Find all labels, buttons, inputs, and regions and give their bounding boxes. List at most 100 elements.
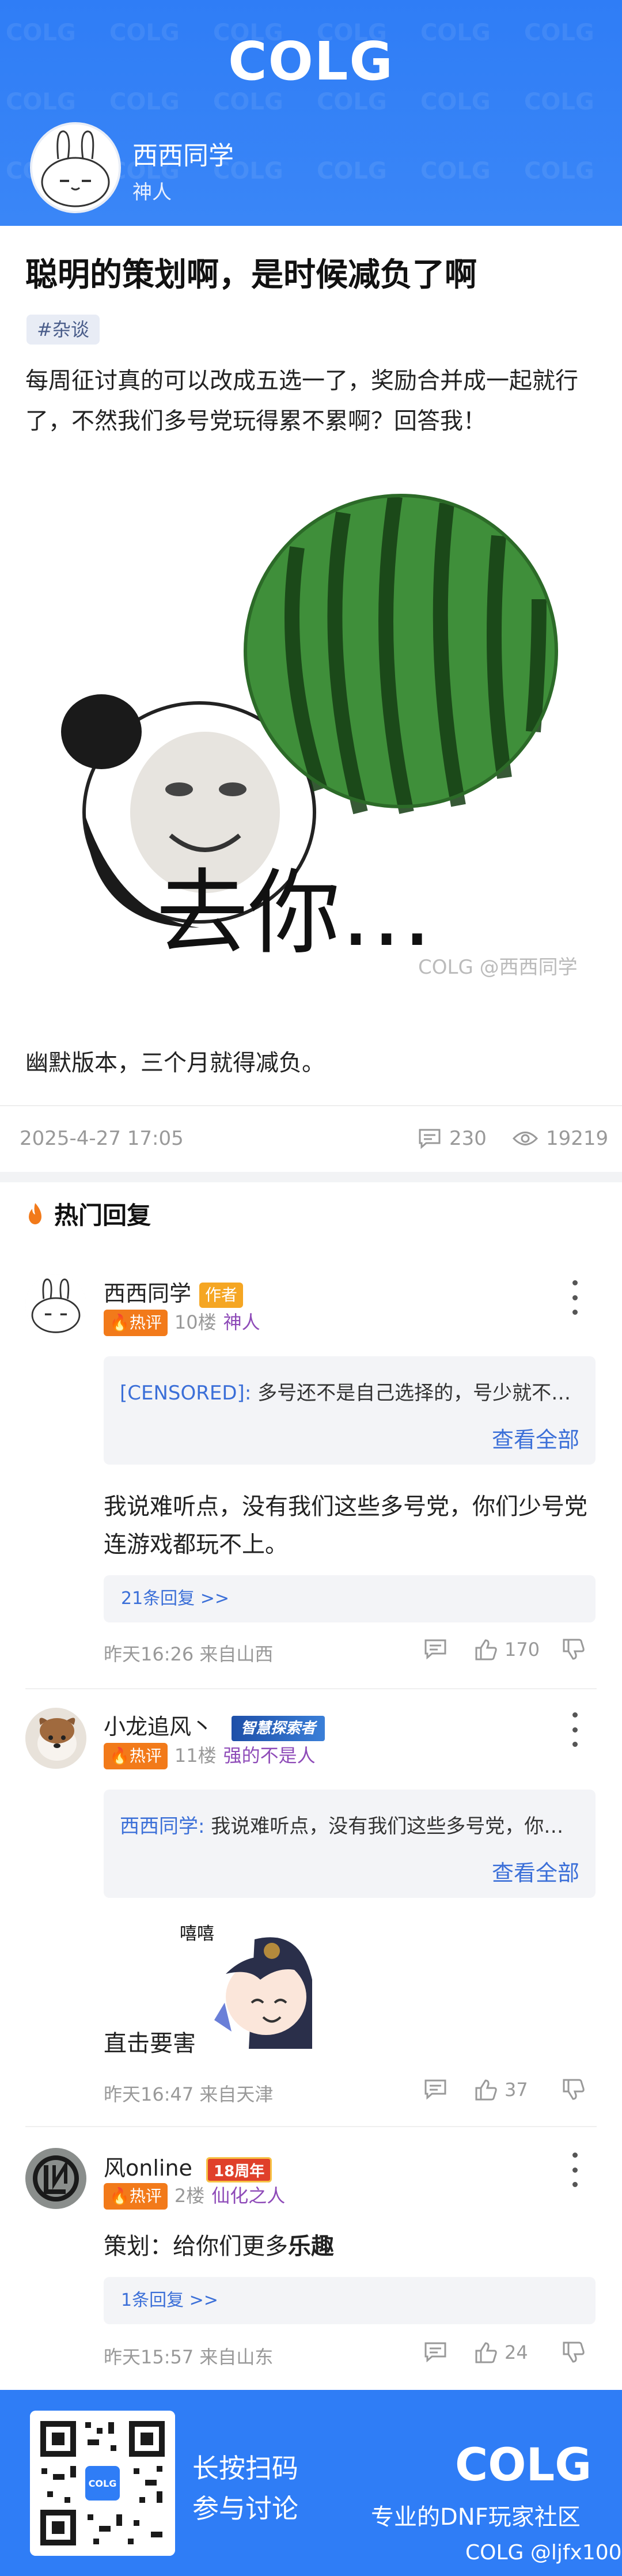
quote-box[interactable]: 西西同学: 我说难听点，没有我们这些多号党，你们… 查看全部 <box>104 1790 596 1898</box>
footer-banner: COLG 长按扫码 参与讨论 COLG 专业的DNF玩家社区 COLG @ljf… <box>0 2390 622 2576</box>
reply-text: 直击要害 <box>104 2030 196 2057</box>
view-count: 19219 <box>513 1127 608 1150</box>
reply-text: 策划：给你们更多乐趣 <box>104 2227 599 2265</box>
post-closing: 幽默版本，三个月就得减负。 <box>25 1050 325 1076</box>
author-name[interactable]: 西西同学 <box>132 135 234 172</box>
reply-comment-button[interactable] <box>424 2342 447 2362</box>
reply-divider <box>25 2126 597 2127</box>
footer-slogan: 专业的DNF玩家社区 <box>371 2504 581 2530</box>
dislike-button[interactable] <box>562 1639 585 1660</box>
reply-username[interactable]: 西西同学 作者 <box>104 1276 244 1308</box>
anniversary-badge: 18周年 <box>206 2157 272 2182</box>
comment-count-value: 230 <box>449 1127 487 1150</box>
quote-content: 多号还不是自己选择的，号少就不累。 <box>257 1382 581 1405</box>
quote-box[interactable]: [CENSORED]: 多号还不是自己选择的，号少就不累。 查看全部 <box>104 1356 596 1465</box>
author-title: 神人 <box>132 181 172 204</box>
reply-username[interactable]: 风online 18周年 <box>104 2150 272 2182</box>
view-count-value: 19219 <box>546 1127 609 1150</box>
reply-time-place: 昨天15:57 来自山东 <box>104 2346 274 2368</box>
dislike-button[interactable] <box>562 2342 585 2363</box>
colg-logo[interactable]: COLG <box>225 31 397 92</box>
quote-content: 我说难听点，没有我们这些多号党，你们… <box>211 1815 581 1838</box>
like-count: 170 <box>505 1639 540 1660</box>
sub-replies-link[interactable]: 1条回复 >> <box>104 2277 596 2324</box>
author-badge: 作者 <box>199 1282 244 1308</box>
thumbs-up-icon <box>475 2079 497 2101</box>
sub-replies-link[interactable]: 21条回复 >> <box>104 1575 596 1622</box>
comment-icon <box>424 2342 446 2362</box>
linkin-park-avatar-icon <box>25 2148 86 2209</box>
view-all-link[interactable]: 查看全部 <box>492 1422 579 1454</box>
reply-floor: 2楼 <box>174 2185 205 2207</box>
dislike-button[interactable] <box>562 2079 585 2101</box>
reply-avatar[interactable] <box>25 1708 86 1769</box>
reply-time-place: 昨天16:47 来自天津 <box>104 2083 274 2105</box>
post-tag[interactable]: #杂谈 <box>26 315 100 345</box>
more-options-icon[interactable] <box>568 1712 582 1747</box>
post-meme-image[interactable]: 去你… COLG @西西同学 <box>50 490 579 997</box>
qr-code[interactable]: COLG <box>30 2411 175 2556</box>
like-count: 24 <box>505 2342 528 2363</box>
footer-discuss-text: 参与讨论 <box>192 2493 298 2524</box>
reply-floor: 10楼 <box>174 1311 217 1333</box>
fire-icon <box>29 1202 41 1224</box>
reply-text: 我说难听点，没有我们这些多号党，你们少号党连游戏都玩不上。 <box>104 1493 587 1558</box>
thumbs-up-icon <box>475 2342 497 2363</box>
reply-comment-button[interactable] <box>424 1639 447 1659</box>
reply-level: 神人 <box>223 1311 260 1333</box>
like-button[interactable]: 170 <box>475 1639 540 1660</box>
reply-username-text: 小龙追风丶 <box>104 1714 214 1739</box>
header-banner: COLG COLG 西西同学 神人 <box>0 0 622 226</box>
bunny-avatar-icon <box>32 124 119 211</box>
footer-credit: COLG @ljfx100 <box>465 2541 622 2564</box>
reply-text-prefix: 策划：给你们更多 <box>104 2233 288 2260</box>
hot-badge: 🔥热评 <box>104 1742 168 1769</box>
reply-meta: 🔥热评 11楼 强的不是人 <box>104 1741 316 1769</box>
eye-icon <box>513 1132 538 1145</box>
comment-icon <box>424 2079 446 2100</box>
like-button[interactable]: 24 <box>475 2342 528 2363</box>
comment-count[interactable]: 230 <box>418 1127 487 1150</box>
reply-floor: 11楼 <box>174 1745 217 1766</box>
comment-icon <box>424 1639 446 1659</box>
hot-badge: 🔥热评 <box>104 2182 168 2210</box>
post-title: 聪明的策划啊，是时候减负了啊 <box>25 256 477 294</box>
meme-watermark: COLG @西西同学 <box>418 956 578 979</box>
reply-username-text: 西西同学 <box>104 1281 192 1306</box>
hot-replies-heading: 热门回复 <box>25 1196 151 1231</box>
like-count: 37 <box>505 2079 528 2101</box>
meme-caption: 去你… <box>156 859 433 967</box>
more-options-icon[interactable] <box>568 1280 582 1315</box>
hot-replies-title: 热门回复 <box>54 1201 151 1230</box>
reply-username[interactable]: 小龙追风丶 智慧探索者 <box>104 1709 325 1741</box>
reply-avatar[interactable] <box>25 1274 86 1336</box>
quote-author: [CENSORED]: <box>120 1382 252 1405</box>
post-body: 每周征讨真的可以改成五选一了，奖励合并成一起就行了，不然我们多号党玩得累不累啊？… <box>25 368 578 434</box>
reply-divider <box>25 1688 597 1689</box>
like-button[interactable]: 37 <box>475 2079 528 2101</box>
reply-comment-button[interactable] <box>424 2079 447 2100</box>
medal-badge: 智慧探索者 <box>232 1715 325 1741</box>
thumbs-down-icon <box>563 1639 585 1660</box>
post-meta: 2025-4-27 17:05 230 19219 <box>0 1105 622 1172</box>
reply-time-place: 昨天16:26 来自山西 <box>104 1643 274 1665</box>
footer-scan-text: 长按扫码 <box>192 2453 298 2484</box>
reply-meta: 🔥热评 2楼 仙化之人 <box>104 2181 285 2210</box>
reply-avatar[interactable] <box>25 2148 86 2209</box>
sticker-text: 嘻嘻 <box>180 1924 214 1944</box>
dog-avatar-icon <box>25 1708 86 1769</box>
thumbs-up-icon <box>475 1639 497 1660</box>
more-options-icon[interactable] <box>568 2153 582 2187</box>
quote-author: 西西同学: <box>120 1815 205 1838</box>
section-separator <box>0 1172 622 1182</box>
thumbs-down-icon <box>563 2342 585 2363</box>
author-avatar[interactable] <box>30 122 121 213</box>
footer-colg-logo: COLG <box>455 2439 592 2491</box>
hot-badge: 🔥热评 <box>104 1309 168 1336</box>
view-all-link[interactable]: 查看全部 <box>492 1855 579 1887</box>
qr-logo-text: COLG <box>89 2478 117 2489</box>
reply-text-bold: 乐趣 <box>288 2233 334 2260</box>
quote-text: [CENSORED]: 多号还不是自己选择的，号少就不累。 <box>120 1377 581 1405</box>
comment-icon <box>419 1129 441 1149</box>
post-date: 2025-4-27 17:05 <box>20 1127 184 1150</box>
